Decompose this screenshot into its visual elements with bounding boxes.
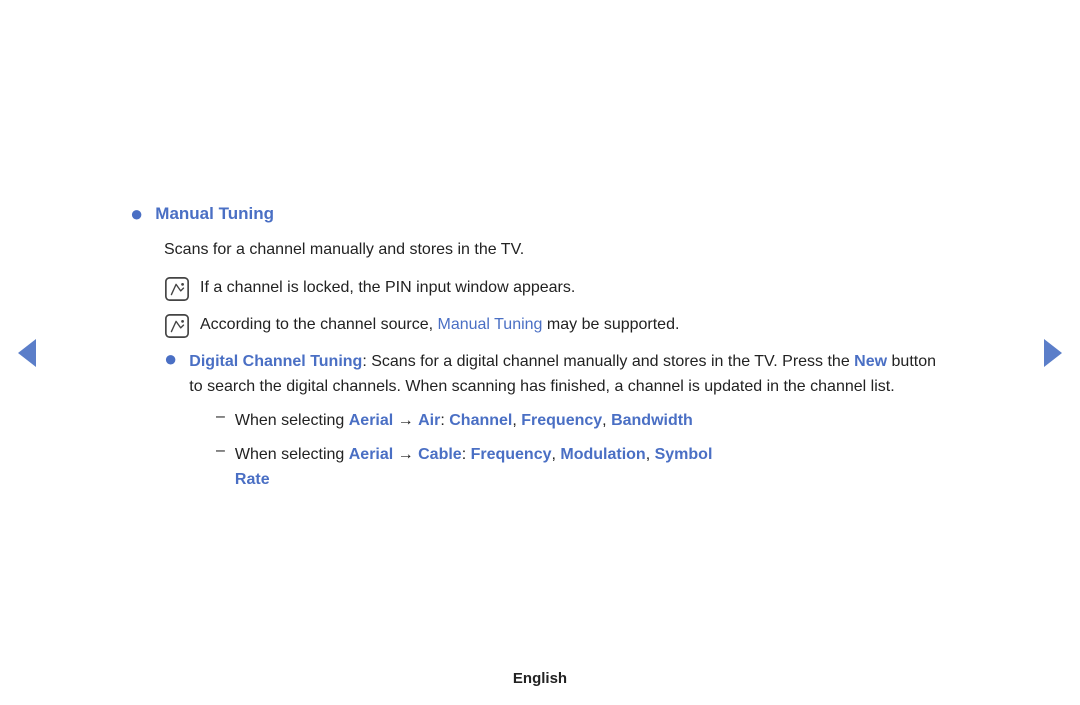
note-icon-1 <box>164 276 190 302</box>
dash-text-cable: When selecting Aerial → Cable: Frequency… <box>235 442 712 493</box>
cable-label: Cable <box>418 446 462 463</box>
note-text-manual-tuning-supported: According to the channel source, Manual … <box>200 312 679 338</box>
frequency-label-2: Frequency <box>471 446 552 463</box>
note-item-pin: If a channel is locked, the PIN input wi… <box>164 275 950 302</box>
note-text-pin: If a channel is locked, the PIN input wi… <box>200 275 575 301</box>
main-bullet-dot: ● <box>130 201 143 227</box>
sub-bullet-digital-text: Digital Channel Tuning: Scans for a digi… <box>189 349 950 400</box>
manual-tuning-description: Scans for a channel manually and stores … <box>164 237 950 263</box>
note-item-manual-tuning-supported: According to the channel source, Manual … <box>164 312 950 339</box>
colon-2: : <box>462 446 471 463</box>
symbol-label: Symbol <box>655 446 713 463</box>
page-container: ● Manual Tuning Scans for a channel manu… <box>0 0 1080 705</box>
digital-channel-tuning-label: Digital Channel Tuning <box>189 353 362 370</box>
sub-bullet-text-part1: Scans for a digital channel manually and… <box>367 353 854 370</box>
footer: English <box>0 670 1080 687</box>
air-label: Air <box>418 412 440 429</box>
footer-label: English <box>513 670 567 687</box>
new-label: New <box>854 353 887 370</box>
colon-1: : <box>440 412 449 429</box>
aerial-label-2: Aerial <box>349 446 393 463</box>
frequency-label-1: Frequency <box>521 412 602 429</box>
sub-bullet-dot: ● <box>164 346 177 372</box>
channel-label: Channel <box>449 412 512 429</box>
comma1-1: , <box>512 412 521 429</box>
aerial-label-1: Aerial <box>349 412 393 429</box>
manual-tuning-label: Manual Tuning <box>155 204 274 224</box>
dash-char-1: – <box>216 408 225 426</box>
nav-arrow-left[interactable] <box>18 339 36 367</box>
rate-label: Rate <box>235 471 270 488</box>
dash-char-2: – <box>216 442 225 460</box>
dash-item-air: – When selecting Aerial → Air: Channel, … <box>216 408 950 434</box>
comma2-2: , <box>646 446 655 463</box>
arrow-1: → <box>393 412 418 429</box>
main-bullet-manual-tuning: ● Manual Tuning <box>130 204 950 227</box>
sub-bullet-digital-channel: ● Digital Channel Tuning: Scans for a di… <box>164 349 950 400</box>
sub-bullet-container: ● Digital Channel Tuning: Scans for a di… <box>164 349 950 493</box>
bandwidth-label: Bandwidth <box>611 412 693 429</box>
dash-text-air: When selecting Aerial → Air: Channel, Fr… <box>235 408 693 434</box>
nav-arrow-right[interactable] <box>1044 339 1062 367</box>
manual-tuning-link: Manual Tuning <box>437 316 542 333</box>
note-icon-2 <box>164 313 190 339</box>
content-area: ● Manual Tuning Scans for a channel manu… <box>110 164 970 541</box>
arrow-2: → <box>393 446 418 463</box>
modulation-label: Modulation <box>560 446 645 463</box>
dash-item-cable: – When selecting Aerial → Cable: Frequen… <box>216 442 950 493</box>
comma2-1: , <box>602 412 611 429</box>
